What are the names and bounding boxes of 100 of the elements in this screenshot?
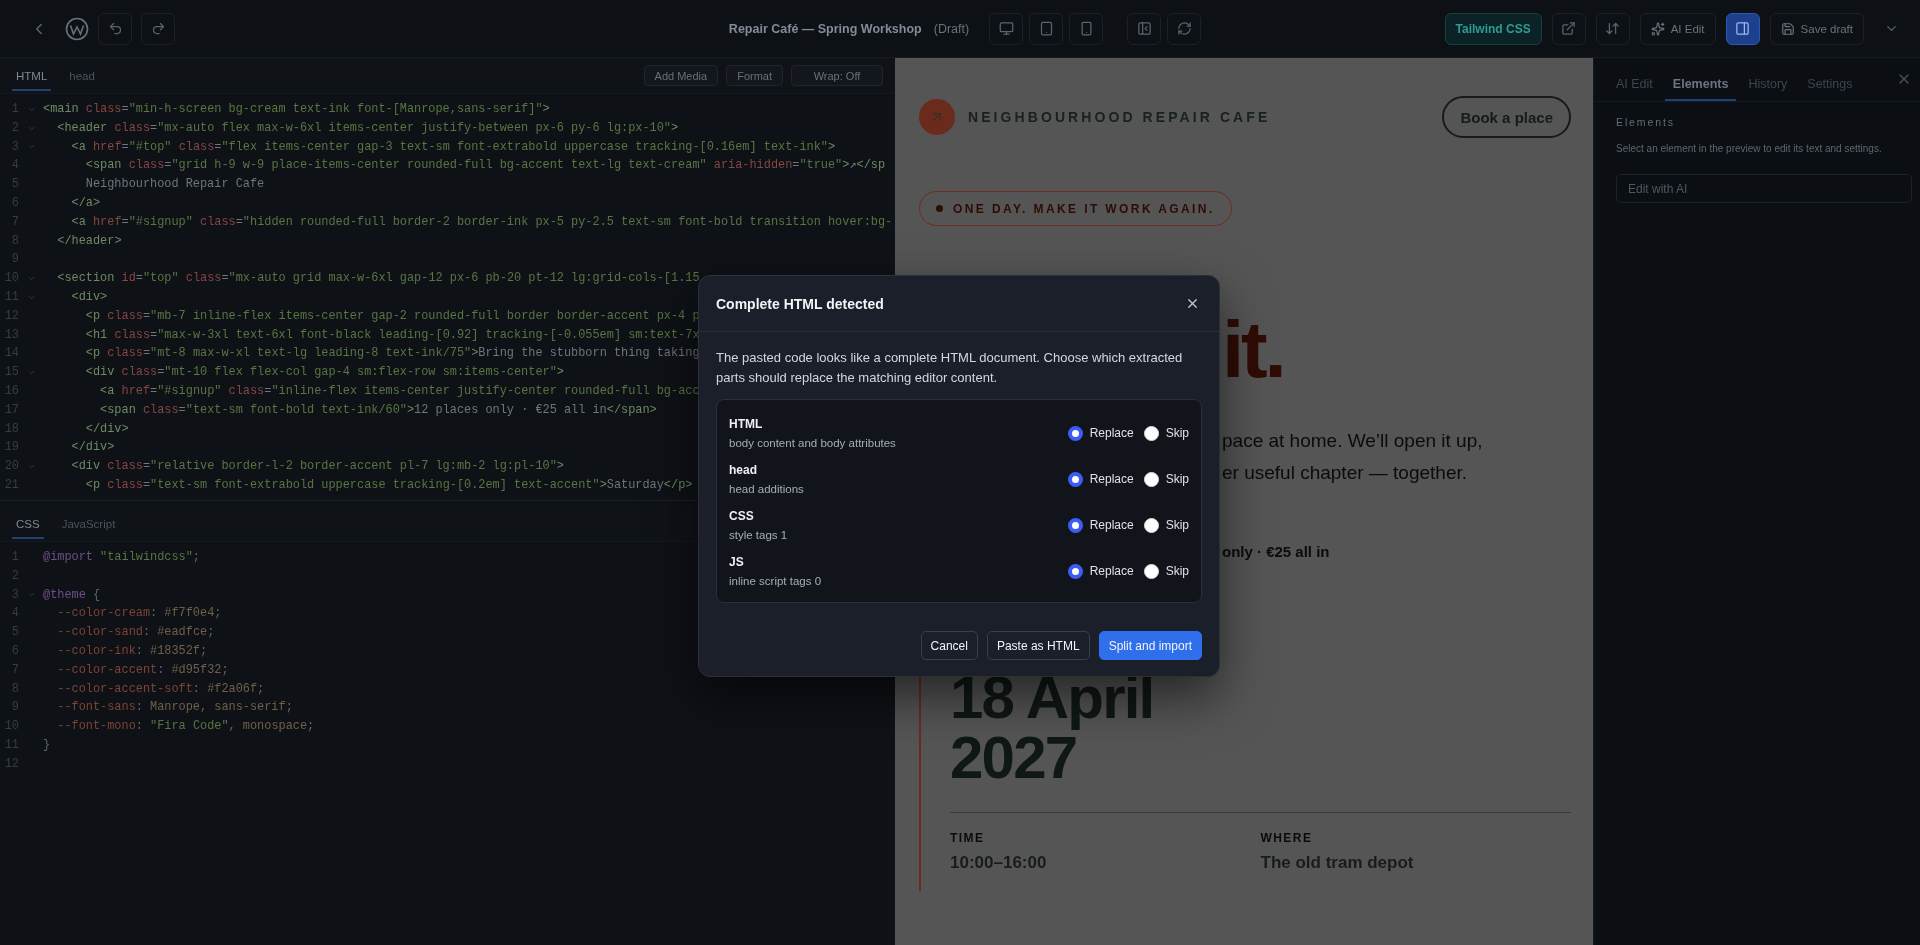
undo-button[interactable] xyxy=(98,12,132,45)
dialog-button[interactable]: Cancel xyxy=(920,631,978,660)
radio-option[interactable]: Skip xyxy=(1143,517,1189,533)
editor-tab[interactable]: CSS xyxy=(12,508,44,539)
radio-icon[interactable] xyxy=(1067,563,1083,579)
redo-icon xyxy=(150,21,166,36)
document-status: (Draft) xyxy=(933,21,970,36)
dialog-button[interactable]: Paste as HTML xyxy=(986,631,1090,660)
editor-action-button[interactable]: Add Media xyxy=(643,65,719,86)
panel-toggle-button[interactable] xyxy=(1725,12,1760,45)
code-line: @import "tailwindcss"; xyxy=(42,549,200,566)
code-line: <a href="#signup" class="hidden rounded-full border-2 border-ink px-5 py-2.5 text-sm font-bold transition hover:bg- xyxy=(70,213,893,231)
brand-name[interactable]: NEIGHBOURHOOD REPAIR CAFE xyxy=(968,109,1271,125)
radio-option[interactable]: Skip xyxy=(1143,425,1189,441)
code-line: Neighbourhood Repair Cafe xyxy=(84,176,265,194)
code-line: </div> xyxy=(70,439,115,457)
panel-icon xyxy=(1136,21,1152,36)
part-label: HTML xyxy=(729,417,764,431)
open-external-button[interactable] xyxy=(1551,12,1586,45)
logo-icon[interactable] xyxy=(65,16,89,41)
code-line: </header> xyxy=(56,232,122,250)
intro-text: er useful chapter — together. xyxy=(1222,461,1469,485)
radio-option[interactable]: Skip xyxy=(1143,471,1189,487)
collapse-panel-button[interactable] xyxy=(1127,12,1162,45)
dialog-text: The pasted code looks like a complete HTML document. Choose which extracted parts should replace the matching editor content. xyxy=(716,349,1184,387)
sparkle-icon xyxy=(1650,21,1665,36)
editor-tab[interactable]: JavaScript xyxy=(57,508,120,539)
tablet-view-button[interactable] xyxy=(1029,12,1064,45)
code-line: <main class="min-h-screen bg-cream text-ink font-[Manrope,sans-serif]"> xyxy=(42,101,550,118)
book-button[interactable]: Book a place xyxy=(1442,96,1571,138)
document-title: Repair Café — Spring Workshop xyxy=(728,21,922,36)
radio-icon[interactable] xyxy=(1067,425,1083,441)
framework-badge[interactable]: Tailwind CSS xyxy=(1444,12,1542,45)
fact-label: WHERE xyxy=(1260,831,1314,845)
code-line: </a> xyxy=(70,195,101,212)
code-line: --color-sand: #eadfce; xyxy=(56,624,215,642)
intro-text: pace at home. We’ll open it up, xyxy=(1222,429,1484,453)
code-line: --color-ink: #18352f; xyxy=(56,643,208,660)
code-line: <section id="top" class="mx-auto grid max-w-6xl gap-12 px-6 pb-20 pt-12 lg:grid-cols-[1.15 xyxy=(56,270,700,288)
desktop-view-button[interactable] xyxy=(989,12,1024,45)
price-note: only · €25 all in xyxy=(1222,543,1331,560)
radio-option[interactable]: Skip xyxy=(1143,563,1189,579)
undo-icon xyxy=(107,21,123,36)
radio-icon[interactable] xyxy=(1067,517,1083,533)
code-line: <div class="mt-10 flex flex-col gap-4 sm:flex-row sm:items-center"> xyxy=(84,364,564,382)
arrows-icon xyxy=(1605,21,1621,36)
edit-with-ai-field[interactable]: Edit with AI xyxy=(1616,174,1912,203)
redo-button[interactable] xyxy=(141,12,175,45)
panel-tab[interactable]: Elements xyxy=(1664,77,1737,101)
editor-tab[interactable]: head xyxy=(65,60,99,91)
part-description: style tags 1 xyxy=(729,529,789,541)
code-line: <span class="grid h-9 w-9 place-items-center rounded-full bg-accent text-lg text-cream" aria-hidden="true">↗</sp xyxy=(84,157,886,175)
part-description: head additions xyxy=(729,483,805,495)
dialog-button[interactable]: Split and import xyxy=(1098,631,1202,660)
dialog-title: Complete HTML detected xyxy=(716,295,884,312)
code-line: <a href="#signup" class="inline-flex items-center justify-center rounded-full bg-acc xyxy=(99,382,700,400)
sort-button[interactable] xyxy=(1595,12,1630,45)
headline-fragment: it. xyxy=(1222,310,1285,390)
editor-action-button[interactable]: Wrap: Off xyxy=(791,65,883,86)
tablet-icon xyxy=(1038,21,1054,36)
external-link-icon xyxy=(1561,21,1577,36)
code-line: <header class="mx-auto flex max-w-6xl items-center justify-between px-6 py-6 lg:px-10"> xyxy=(56,119,679,137)
fact-value: 10:00–16:00 xyxy=(950,853,1048,873)
code-line: <h1 class="max-w-3xl text-6xl font-black leading-[0.92] tracking-[-0.055em] sm:text-7x xyxy=(84,326,700,344)
code-line: --font-mono: "Fira Code", monospace; xyxy=(56,718,315,736)
code-line: --color-accent-soft: #f2a06f; xyxy=(56,680,265,698)
event-date: 18 April xyxy=(950,668,1155,728)
part-label: head xyxy=(729,463,758,477)
phone-icon xyxy=(1078,21,1094,36)
part-description: inline script tags 0 xyxy=(729,575,823,587)
code-line: </div> xyxy=(84,420,129,438)
panel-icon xyxy=(1735,21,1751,36)
code-line: <a href="#top" class="flex items-center gap-3 text-sm font-extrabold uppercase tracking-[0.16em] text-ink"> xyxy=(70,138,836,156)
code-line: <p class="text-sm font-extrabold uppercase tracking-[0.2em] text-accent">Saturday</p> xyxy=(84,476,693,494)
refresh-icon xyxy=(1176,21,1192,36)
code-line: --color-cream: #f7f0e4; xyxy=(56,605,222,623)
radio-option[interactable]: Replace xyxy=(1067,425,1134,441)
save-icon xyxy=(1780,21,1795,36)
close-icon xyxy=(1185,296,1200,311)
ai-edit-button[interactable]: AI Edit xyxy=(1639,12,1716,45)
dot-icon xyxy=(936,205,943,212)
code-line: <div class="relative border-l-2 border-accent pl-7 lg:mb-2 lg:pl-10"> xyxy=(70,458,564,476)
editor-action-button[interactable]: Format xyxy=(726,65,783,86)
code-line: <div> xyxy=(70,288,108,306)
radio-option[interactable]: Replace xyxy=(1067,563,1134,579)
fact-value: The old tram depot xyxy=(1260,853,1415,873)
radio-option[interactable]: Replace xyxy=(1067,471,1134,487)
editor-tab[interactable]: HTML xyxy=(12,60,52,91)
mobile-view-button[interactable] xyxy=(1069,12,1104,45)
code-line: } xyxy=(42,736,51,754)
radio-option[interactable]: Replace xyxy=(1067,517,1134,533)
tagline-text: ONE DAY. MAKE IT WORK AGAIN. xyxy=(953,201,1215,216)
part-label: JS xyxy=(729,555,745,569)
radio-icon[interactable] xyxy=(1067,471,1083,487)
panel-heading: Elements xyxy=(1616,116,1676,128)
refresh-button[interactable] xyxy=(1167,12,1202,45)
part-label: CSS xyxy=(729,509,755,523)
code-line: --color-accent: #d95f32; xyxy=(56,661,229,679)
save-draft-button[interactable]: Save draft xyxy=(1769,12,1864,45)
part-description: body content and body attributes xyxy=(729,437,897,449)
